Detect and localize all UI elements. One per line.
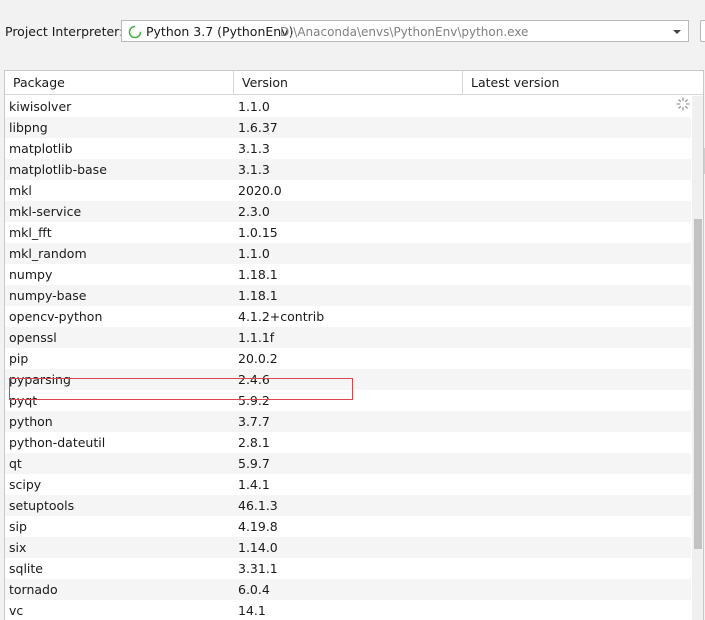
scrollbar-thumb[interactable] (694, 219, 702, 549)
package-name-cell: mkl_fft (9, 225, 52, 240)
interpreter-name: Python 3.7 (PythonEnv) (146, 24, 294, 39)
table-row[interactable]: mkl_fft 1.0.15 (5, 222, 691, 243)
table-row[interactable]: numpy-base 1.18.1 (5, 285, 691, 306)
package-name-cell: openssl (9, 330, 57, 345)
table-row[interactable]: sqlite 3.31.1 (5, 558, 691, 579)
package-version-cell: 5.9.7 (238, 456, 270, 471)
package-version-cell: 3.7.7 (238, 414, 270, 429)
table-row[interactable]: pyqt 5.9.2 (5, 390, 691, 411)
package-version-cell: 4.19.8 (238, 519, 278, 534)
package-version-cell: 3.1.3 (238, 162, 270, 177)
table-row[interactable]: python 3.7.7 (5, 411, 691, 432)
package-version-cell: 3.1.3 (238, 141, 270, 156)
vertical-scrollbar[interactable] (692, 96, 703, 620)
package-version-cell: 1.4.1 (238, 477, 270, 492)
packages-table: Package Version Latest version kiwisolve… (4, 70, 704, 620)
package-name-cell: opencv-python (9, 309, 103, 324)
package-name-cell: pip (9, 351, 29, 366)
package-version-cell: 2020.0 (238, 183, 282, 198)
chevron-down-icon[interactable] (669, 24, 685, 40)
package-version-cell: 46.1.3 (238, 498, 278, 513)
package-name-cell: mkl-service (9, 204, 82, 219)
package-name-cell: python (9, 414, 53, 429)
column-header-version[interactable]: Version (234, 71, 463, 95)
table-row[interactable]: sip 4.19.8 (5, 516, 691, 537)
package-name-cell: scipy (9, 477, 42, 492)
column-header-package[interactable]: Package (5, 71, 234, 95)
package-version-cell: 2.3.0 (238, 204, 270, 219)
package-version-cell: 6.0.4 (238, 582, 270, 597)
table-row[interactable]: numpy 1.18.1 (5, 264, 691, 285)
top-strip (0, 0, 705, 8)
package-name-cell: pyqt (9, 393, 38, 408)
table-row[interactable]: matplotlib-base 3.1.3 (5, 159, 691, 180)
package-version-cell: 14.1 (238, 603, 266, 618)
table-row[interactable]: six 1.14.0 (5, 537, 691, 558)
table-row[interactable]: mkl_random 1.1.0 (5, 243, 691, 264)
package-version-cell: 4.1.2+contrib (238, 309, 325, 324)
python-loading-icon (128, 25, 142, 39)
package-name-cell: kiwisolver (9, 99, 72, 114)
table-row[interactable]: opencv-python 4.1.2+contrib (5, 306, 691, 327)
package-version-cell: 3.31.1 (238, 561, 278, 576)
package-version-cell: 5.9.2 (238, 393, 270, 408)
package-version-cell: 2.4.6 (238, 372, 270, 387)
table-row[interactable]: scipy 1.4.1 (5, 474, 691, 495)
table-row[interactable]: python-dateutil 2.8.1 (5, 432, 691, 453)
package-name-cell: numpy (9, 267, 53, 282)
package-version-cell: 1.14.0 (238, 540, 278, 555)
table-body: kiwisolver 1.1.0 libpng 1.6.37 matplotlib 3.1… (5, 96, 691, 620)
package-name-cell: six (9, 540, 27, 555)
package-name-cell: mkl (9, 183, 32, 198)
table-row[interactable]: libpng 1.6.37 (5, 117, 691, 138)
table-row[interactable]: mkl-service 2.3.0 (5, 201, 691, 222)
interpreter-settings-button[interactable] (700, 20, 705, 42)
package-version-cell: 1.18.1 (238, 288, 278, 303)
table-row[interactable]: matplotlib 3.1.3 (5, 138, 691, 159)
package-version-cell: 20.0.2 (238, 351, 278, 366)
package-name-cell: matplotlib-base (9, 162, 107, 177)
package-name-cell: numpy-base (9, 288, 87, 303)
table-row[interactable]: setuptools 46.1.3 (5, 495, 691, 516)
package-name-cell: setuptools (9, 498, 75, 513)
column-header-latest-version[interactable]: Latest version (463, 71, 703, 95)
table-row[interactable]: vc 14.1 (5, 600, 691, 620)
package-version-cell: 1.0.15 (238, 225, 278, 240)
package-name-cell: sip (9, 519, 27, 534)
package-version-cell: 1.1.1f (238, 330, 275, 345)
package-version-cell: 2.8.1 (238, 435, 270, 450)
package-name-cell: matplotlib (9, 141, 73, 156)
interpreter-path: D:\Anaconda\envs\PythonEnv\python.exe (280, 25, 529, 39)
table-row[interactable]: pip 20.0.2 (5, 348, 691, 369)
table-row[interactable]: openssl 1.1.1f (5, 327, 691, 348)
table-row[interactable]: qt 5.9.7 (5, 453, 691, 474)
table-row[interactable]: tornado 6.0.4 (5, 579, 691, 600)
package-version-cell: 1.1.0 (238, 246, 270, 261)
package-name-cell: vc (9, 603, 24, 618)
package-name-cell: python-dateutil (9, 435, 106, 450)
table-row[interactable]: pyparsing 2.4.6 (5, 369, 691, 390)
package-name-cell: pyparsing (9, 372, 71, 387)
package-version-cell: 1.1.0 (238, 99, 270, 114)
package-name-cell: mkl_random (9, 246, 87, 261)
interpreter-select[interactable]: Python 3.7 (PythonEnv) D:\Anaconda\envs\… (121, 20, 689, 42)
package-version-cell: 1.6.37 (238, 120, 278, 135)
package-name-cell: sqlite (9, 561, 43, 576)
table-row[interactable]: mkl 2020.0 (5, 180, 691, 201)
package-name-cell: qt (9, 456, 22, 471)
project-interpreter-label: Project Interpreter: (5, 24, 124, 39)
package-version-cell: 1.18.1 (238, 267, 278, 282)
table-header: Package Version Latest version (5, 71, 703, 95)
package-name-cell: tornado (9, 582, 58, 597)
table-row[interactable]: kiwisolver 1.1.0 (5, 96, 691, 117)
package-name-cell: libpng (9, 120, 48, 135)
